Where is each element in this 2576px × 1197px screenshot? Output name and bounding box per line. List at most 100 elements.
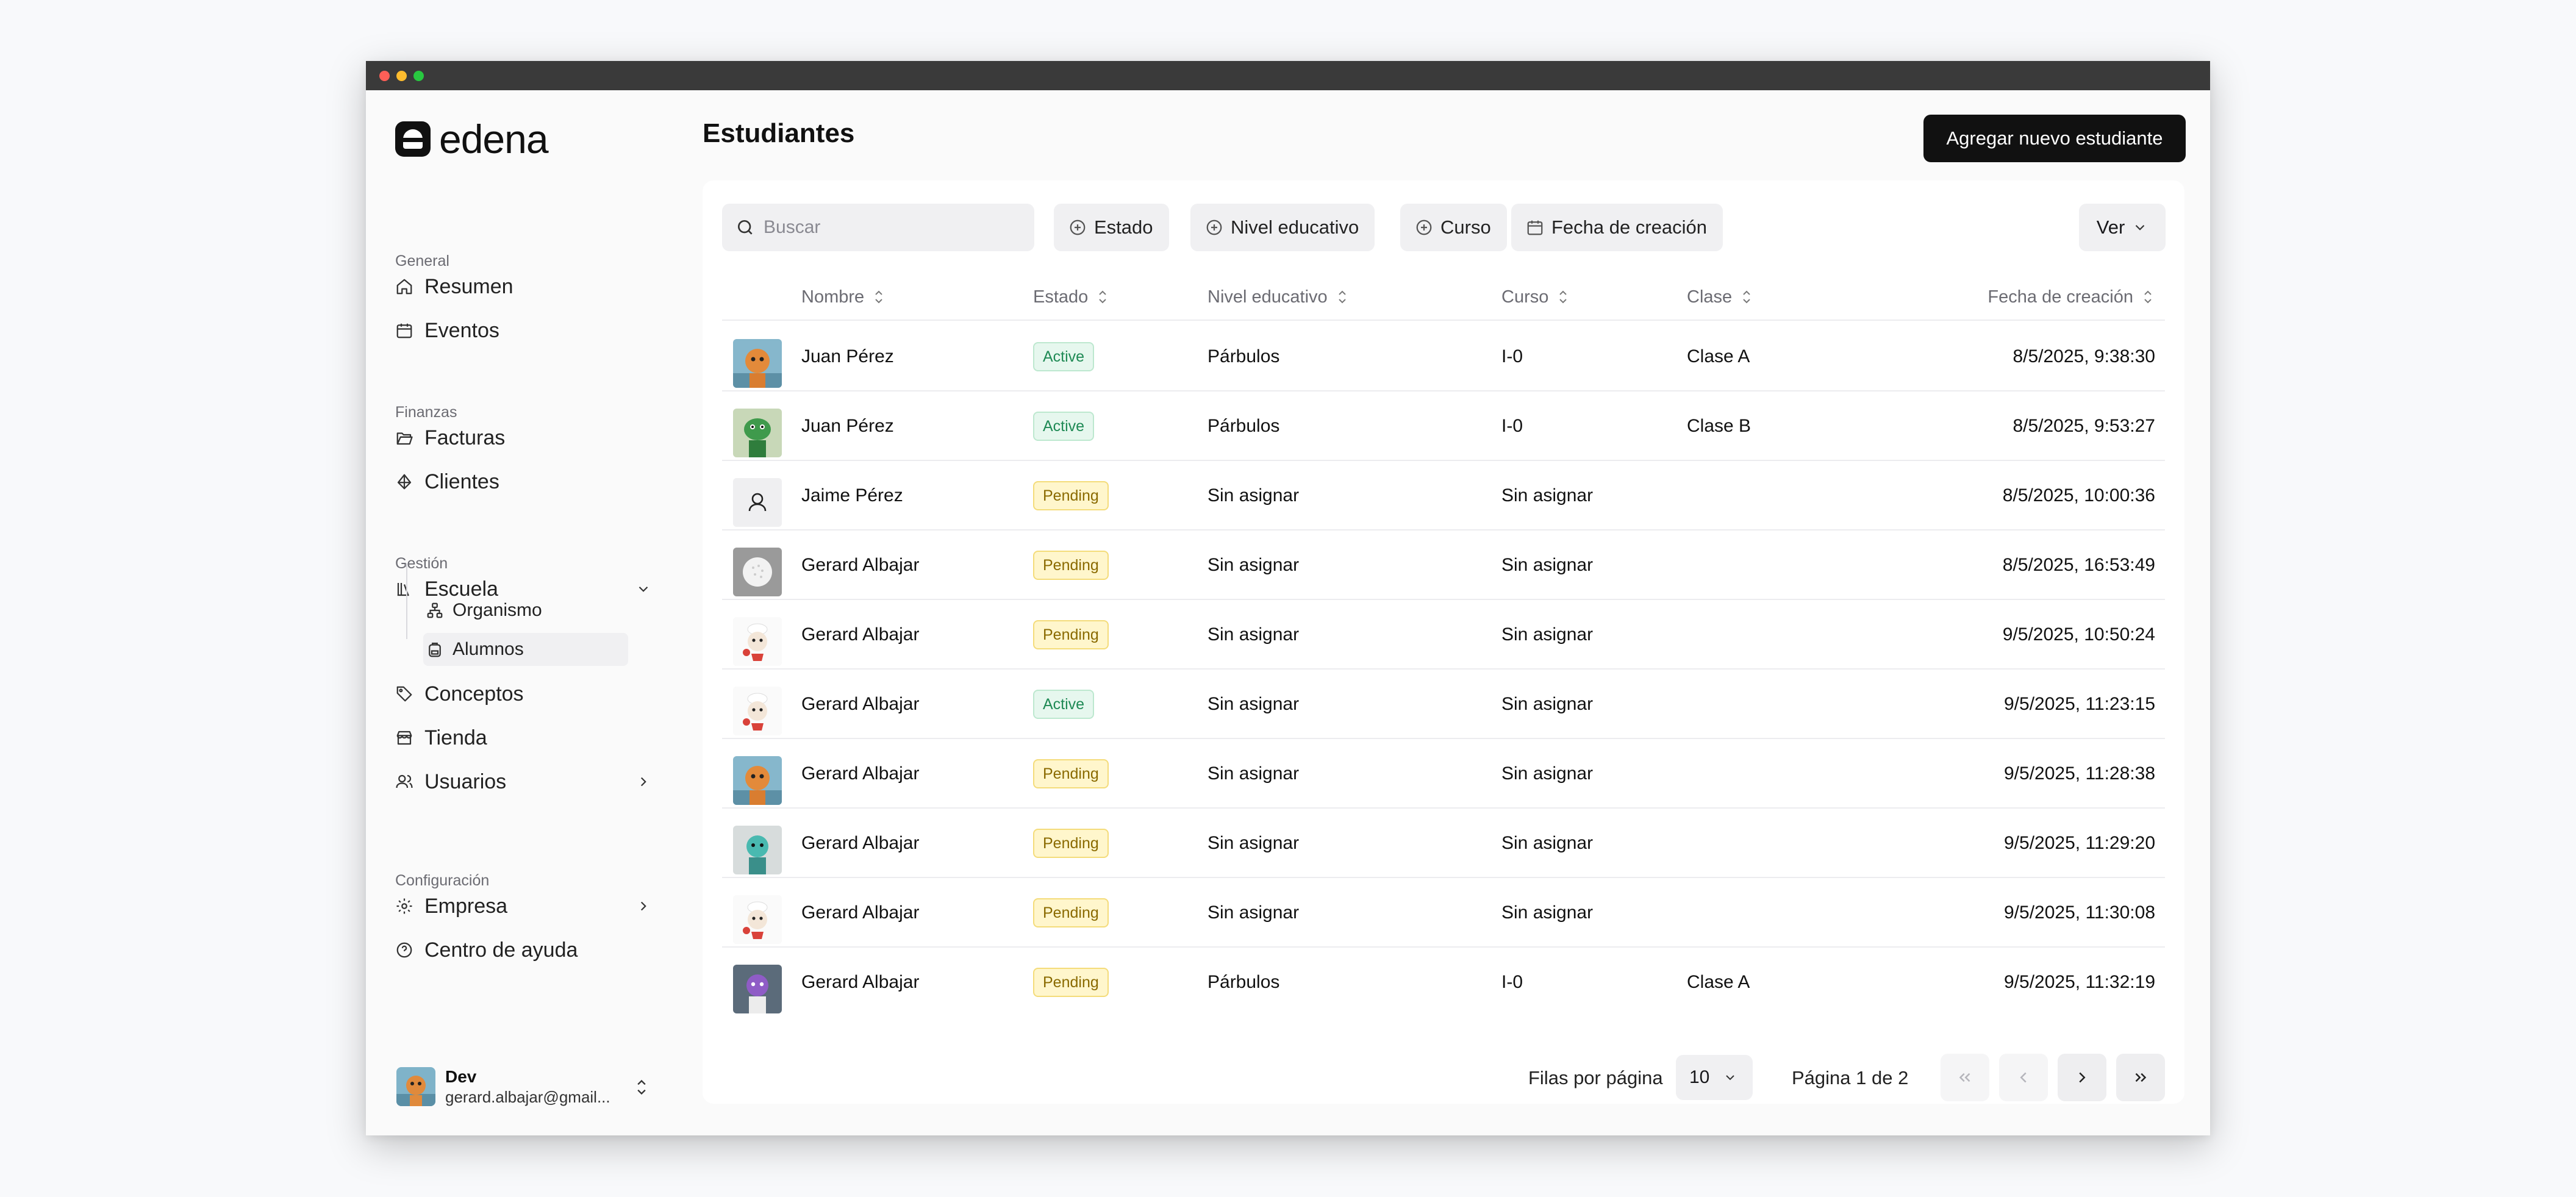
cell-level: Sin asignar <box>1208 833 1300 853</box>
student-avatar <box>733 965 782 1013</box>
cell-name: Gerard Albajar <box>801 763 920 784</box>
students-card: Estado Nivel educativo Curso Fecha de cr… <box>703 180 2184 1104</box>
sidebar-item-tienda[interactable]: Tienda <box>395 721 651 755</box>
table-row[interactable]: Juan Pérez Active Párbulos I-0 Clase A 8/5/20… <box>722 322 2165 391</box>
user-email: gerard.albajar@gmail... <box>445 1087 610 1106</box>
sort-icon <box>1743 290 1750 304</box>
sidebar-item-empresa[interactable]: Empresa <box>395 889 651 923</box>
cell-name: Gerard Albajar <box>801 694 920 714</box>
window-titlebar <box>366 61 2210 90</box>
column-header-nivel[interactable]: Nivel educativo <box>1208 273 1350 321</box>
cell-created: 9/5/2025, 11:30:08 <box>2004 902 2155 923</box>
cell-name: Gerard Albajar <box>801 833 920 853</box>
sidebar-item-label: Eventos <box>424 318 499 342</box>
cell-course: Sin asignar <box>1501 624 1594 645</box>
search-box[interactable] <box>722 204 1034 251</box>
table-row[interactable]: Gerard Albajar Pending Sin asignar Sin asig… <box>722 809 2165 878</box>
table-row[interactable]: Gerard Albajar Pending Sin asignar Sin asig… <box>722 878 2165 948</box>
column-header-estado[interactable]: Estado <box>1033 273 1110 321</box>
filter-label: Estado <box>1094 216 1153 238</box>
sidebar-item-conceptos[interactable]: Conceptos <box>395 677 651 711</box>
student-avatar <box>733 687 782 735</box>
sidebar-item-resumen[interactable]: Resumen <box>395 270 651 304</box>
cell-level: Sin asignar <box>1208 624 1300 645</box>
search-input[interactable] <box>764 217 1020 238</box>
chevron-right-icon <box>640 901 646 911</box>
cell-created: 8/5/2025, 10:00:36 <box>2002 485 2155 506</box>
cell-level: Sin asignar <box>1208 902 1300 923</box>
next-page-button[interactable] <box>2058 1054 2106 1101</box>
table-row[interactable]: Gerard Albajar Pending Sin asignar Sin asig… <box>722 739 2165 809</box>
rows-per-page-select[interactable]: 10 <box>1676 1055 1753 1100</box>
maximize-window-button[interactable] <box>413 71 424 81</box>
cell-course: I-0 <box>1501 416 1523 436</box>
cell-level: Sin asignar <box>1208 694 1300 714</box>
sidebar-item-alumnos[interactable]: Alumnos <box>423 633 628 666</box>
column-header-curso[interactable]: Curso <box>1501 273 1570 321</box>
view-options-button[interactable]: Ver <box>2079 204 2166 251</box>
cell-status: Pending <box>1033 600 1109 670</box>
avatar <box>396 1067 435 1106</box>
table-row[interactable]: Jaime Pérez Pending Sin asignar Sin asignar… <box>722 461 2165 531</box>
add-student-button[interactable]: Agregar nuevo estudiante <box>1923 115 2186 162</box>
user-menu[interactable]: Dev gerard.albajar@gmail... <box>396 1065 653 1109</box>
cell-level: Párbulos <box>1208 416 1280 436</box>
chevron-down-icon <box>2135 224 2145 230</box>
cell-course: Sin asignar <box>1501 833 1594 853</box>
edena-logo-icon <box>395 121 431 157</box>
column-header-clase[interactable]: Clase <box>1687 273 1754 321</box>
status-badge: Pending <box>1033 481 1109 510</box>
brand-logo[interactable]: edena <box>395 119 549 159</box>
cell-status: Active <box>1033 670 1095 739</box>
cell-level: Sin asignar <box>1208 485 1300 506</box>
sidebar-item-label: Alumnos <box>453 639 524 659</box>
close-window-button[interactable] <box>379 71 390 81</box>
last-page-button[interactable] <box>2116 1054 2165 1101</box>
sidebar-item-ayuda[interactable]: Centro de ayuda <box>395 933 651 967</box>
table-row[interactable]: Gerard Albajar Pending Sin asignar Sin asig… <box>722 600 2165 670</box>
cell-created: 9/5/2025, 11:28:38 <box>2004 763 2155 784</box>
sidebar-item-facturas[interactable]: Facturas <box>395 421 651 455</box>
cell-course: Sin asignar <box>1501 485 1594 506</box>
table-row[interactable]: Gerard Albajar Active Sin asignar Sin asign… <box>722 670 2165 739</box>
tag-icon <box>395 685 413 703</box>
cell-created: 9/5/2025, 10:50:24 <box>2002 624 2155 645</box>
table-row[interactable]: Juan Pérez Active Párbulos I-0 Clase B 8/5/20… <box>722 391 2165 461</box>
first-page-button[interactable] <box>1941 1054 1989 1101</box>
cell-created: 8/5/2025, 9:53:27 <box>2012 416 2155 436</box>
calendar-icon <box>395 321 413 340</box>
section-label-general: General <box>395 252 449 270</box>
table-row[interactable]: Gerard Albajar Pending Sin asignar Sin asig… <box>722 531 2165 600</box>
column-header-fecha[interactable]: Fecha de creación <box>1881 273 2155 321</box>
chevron-down-icon <box>1726 1075 1735 1081</box>
cell-course: I-0 <box>1501 346 1523 366</box>
column-header-nombre[interactable]: Nombre <box>801 273 886 321</box>
cell-status: Pending <box>1033 739 1109 809</box>
filter-estado-button[interactable]: Estado <box>1054 204 1169 251</box>
sidebar-item-eventos[interactable]: Eventos <box>395 313 651 348</box>
plus-circle-icon <box>1416 220 1432 235</box>
cell-status: Pending <box>1033 461 1109 531</box>
table-row[interactable]: Gerard Albajar Pending Párbulos I-0 Clase A 9… <box>722 948 2165 1017</box>
filter-curso-button[interactable]: Curso <box>1400 204 1507 251</box>
filter-fecha-button[interactable]: Fecha de creación <box>1511 204 1723 251</box>
cell-name: Juan Pérez <box>801 346 894 366</box>
cell-created: 8/5/2025, 16:53:49 <box>2002 555 2155 575</box>
sidebar-item-label: Usuarios <box>424 770 507 793</box>
sort-icon <box>1559 290 1567 304</box>
filter-nivel-button[interactable]: Nivel educativo <box>1190 204 1375 251</box>
cell-status: Pending <box>1033 878 1109 948</box>
previous-page-button[interactable] <box>1999 1054 2048 1101</box>
filter-label: Nivel educativo <box>1231 216 1359 238</box>
sidebar-item-clientes[interactable]: Clientes <box>395 465 651 499</box>
chevron-right-icon <box>2079 1072 2086 1083</box>
cell-level: Sin asignar <box>1208 763 1300 784</box>
page-title: Estudiantes <box>703 118 855 148</box>
status-badge: Pending <box>1033 551 1109 580</box>
minimize-window-button[interactable] <box>396 71 407 81</box>
sidebar-item-usuarios[interactable]: Usuarios <box>395 765 651 799</box>
student-avatar <box>733 478 782 527</box>
rows-per-page-label: Filas por página <box>1528 1067 1663 1088</box>
status-badge: Active <box>1033 412 1095 441</box>
sidebar-item-organismo[interactable]: Organismo <box>423 594 628 627</box>
